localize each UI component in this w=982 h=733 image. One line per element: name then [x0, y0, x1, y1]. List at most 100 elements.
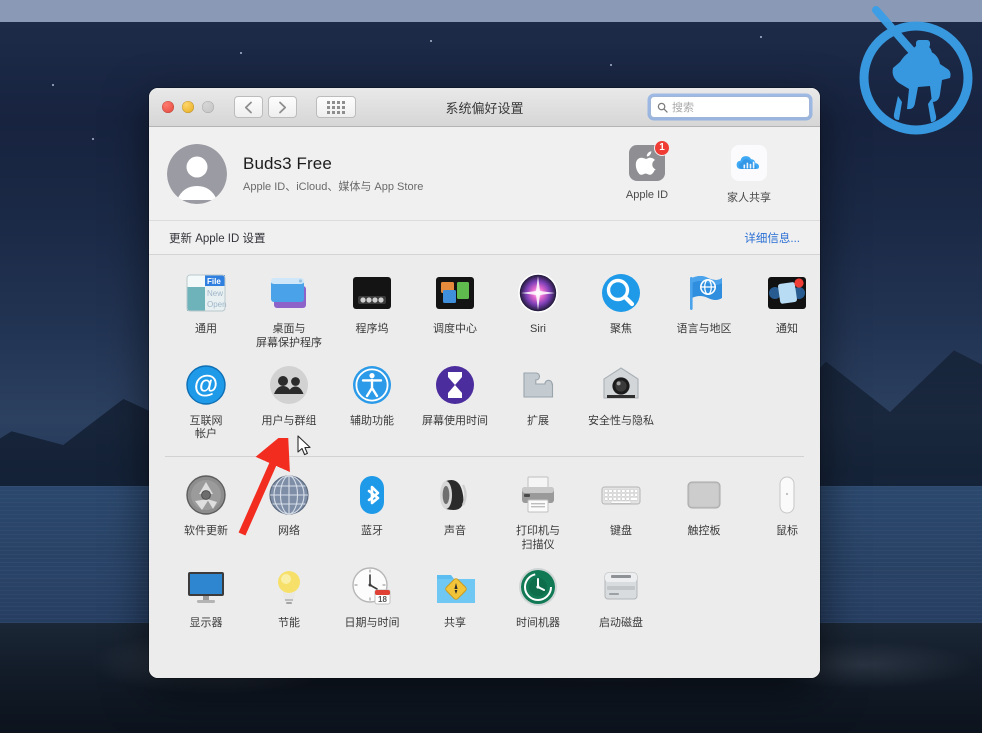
pref-keyboard[interactable]: 键盘	[580, 471, 662, 553]
pref-startup-disk[interactable]: 启动磁盘	[580, 563, 662, 631]
mouse-icon	[763, 471, 811, 519]
search-placeholder: 搜索	[672, 102, 694, 114]
pref-label: 程序坞	[355, 323, 389, 335]
preferences-grid: File New Open 通用 桌面与 屏幕保护程序 程序坞 调度中心 Sir…	[149, 255, 820, 678]
account-text-block: Buds3 Free Apple ID、iCloud、媒体与 App Store	[243, 154, 423, 194]
pref-label: 声音	[444, 525, 466, 537]
forward-button[interactable]	[268, 96, 297, 118]
trackpad-icon	[680, 471, 728, 519]
bluetooth-icon	[348, 471, 396, 519]
pref-security-privacy[interactable]: 安全性与隐私	[580, 361, 662, 443]
preference-row: 显示器 节能 18 日期与时间 共享 时间机器 启动磁盘	[165, 559, 804, 637]
general-icon: File New Open	[182, 269, 230, 317]
mission-control-icon	[431, 269, 479, 317]
pref-language-region[interactable]: 语言与地区	[663, 269, 745, 351]
pref-sound[interactable]: 声音	[414, 471, 496, 553]
pref-label: 打印机与 扫描仪	[516, 525, 560, 551]
banner-item-label: Apple ID	[625, 188, 669, 201]
pref-label: 显示器	[189, 616, 223, 629]
update-message: 更新 Apple ID 设置	[169, 232, 266, 245]
desktop-screensaver-icon	[265, 269, 313, 317]
minimize-button[interactable]	[182, 101, 194, 113]
keyboard-icon	[597, 471, 645, 519]
pref-mouse[interactable]: 鼠标	[746, 471, 820, 553]
close-button[interactable]	[162, 101, 174, 113]
pref-label: Siri	[530, 323, 546, 335]
back-button[interactable]	[234, 96, 263, 118]
family-sharing-glyph	[714, 143, 784, 183]
pref-label: 软件更新	[184, 525, 228, 537]
star	[430, 40, 432, 42]
software-update-icon	[182, 471, 230, 519]
banner-item-family-sharing[interactable]: 家人共享	[714, 143, 784, 205]
star	[92, 138, 94, 140]
displays-icon	[182, 563, 230, 611]
startup-disk-icon	[597, 563, 645, 611]
pref-time-machine[interactable]: 时间机器	[497, 563, 579, 631]
network-icon	[265, 471, 313, 519]
search-icon	[657, 102, 668, 113]
pref-extensions[interactable]: 扩展	[497, 361, 579, 443]
svg-text:18: 18	[378, 595, 387, 604]
pref-label: 蓝牙	[361, 525, 383, 537]
pref-label: 时间机器	[516, 616, 560, 629]
pref-label: 语言与地区	[676, 323, 732, 335]
show-all-button[interactable]	[316, 96, 356, 118]
dock-icon	[348, 269, 396, 317]
preferences-section-one: File New Open 通用 桌面与 屏幕保护程序 程序坞 调度中心 Sir…	[149, 265, 820, 457]
pref-sharing[interactable]: 共享	[414, 563, 496, 631]
star	[760, 36, 762, 38]
pref-general[interactable]: File New Open 通用	[165, 269, 247, 351]
pref-users-groups[interactable]: 用户与群组	[248, 361, 330, 443]
pref-label: 触控板	[687, 525, 721, 537]
language-region-icon	[680, 269, 728, 317]
navigation-button-group	[234, 96, 356, 118]
pref-label: 启动磁盘	[599, 616, 643, 629]
pref-trackpad[interactable]: 触控板	[663, 471, 745, 553]
star	[610, 64, 612, 66]
pref-label: 通知	[776, 323, 798, 335]
avatar[interactable]	[167, 143, 227, 204]
security-privacy-icon	[597, 361, 645, 409]
search-input[interactable]: 搜索	[650, 96, 810, 118]
pref-label: 网络	[278, 525, 300, 537]
pref-label: 通用	[195, 323, 217, 335]
pref-printers-scanners[interactable]: 打印机与 扫描仪	[497, 471, 579, 553]
pref-spotlight[interactable]: 聚焦	[580, 269, 662, 351]
svg-text:Open: Open	[207, 300, 227, 309]
pref-accessibility[interactable]: 辅助功能	[331, 361, 413, 443]
pref-date-time[interactable]: 18 日期与时间	[331, 563, 413, 631]
banner-item-label: 家人共享	[727, 191, 771, 204]
apple-id-glyph	[612, 143, 682, 183]
chevron-right-icon	[279, 101, 287, 113]
zoom-button[interactable]	[202, 101, 214, 113]
pref-internet-accounts[interactable]: @ 互联网 帐户	[165, 361, 247, 443]
pref-label: 互联网 帐户	[189, 414, 223, 441]
traffic-light-group	[162, 101, 214, 113]
pref-desktop-screensaver[interactable]: 桌面与 屏幕保护程序	[248, 269, 330, 351]
pref-notifications[interactable]: 通知	[746, 269, 820, 351]
pref-label: 屏幕使用时间	[422, 414, 488, 427]
pref-bluetooth[interactable]: 蓝牙	[331, 471, 413, 553]
show-all-grid-icon	[327, 100, 345, 114]
pref-software-update[interactable]: 软件更新	[165, 471, 247, 553]
pref-label: 调度中心	[433, 323, 477, 335]
pref-mission-control[interactable]: 调度中心	[414, 269, 496, 351]
banner-item-apple-id[interactable]: 1 Apple ID	[612, 139, 682, 205]
pref-label: 安全性与隐私	[588, 414, 654, 427]
pref-displays[interactable]: 显示器	[165, 563, 247, 631]
pref-label: 用户与群组	[261, 414, 317, 427]
pref-network[interactable]: 网络	[248, 471, 330, 553]
time-machine-icon	[514, 563, 562, 611]
star	[240, 52, 242, 54]
pref-energy-saver[interactable]: 节能	[248, 563, 330, 631]
pref-label: 聚焦	[610, 323, 632, 335]
preference-row: @ 互联网 帐户 用户与群组 辅助功能 屏幕使用时间 扩展 安全性与隐私	[165, 357, 804, 449]
details-link[interactable]: 详细信息...	[744, 230, 800, 246]
apple-id-update-strip: 更新 Apple ID 设置 详细信息...	[149, 221, 820, 255]
internet-accounts-icon: @	[182, 361, 230, 409]
chevron-left-icon	[244, 101, 252, 113]
pref-siri[interactable]: Siri	[497, 269, 579, 351]
pref-dock[interactable]: 程序坞	[331, 269, 413, 351]
pref-screen-time[interactable]: 屏幕使用时间	[414, 361, 496, 443]
